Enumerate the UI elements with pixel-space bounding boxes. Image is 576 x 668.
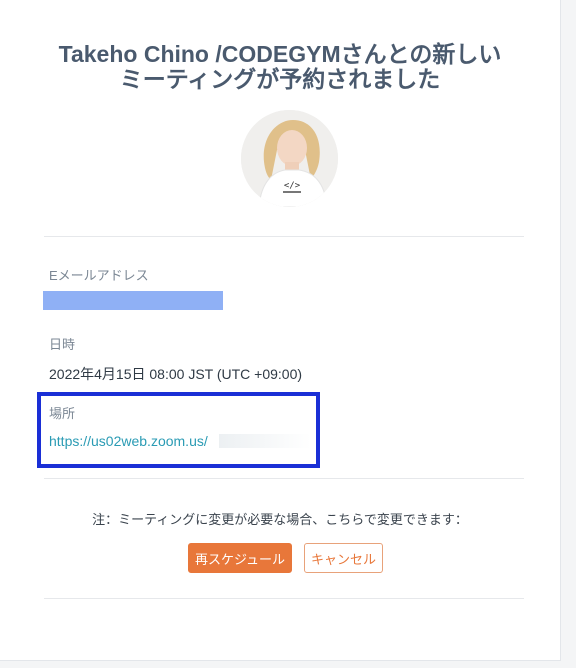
booking-confirmation-card: Takeho Chino /CODEGYMさんとの新しい ミーティングが予約され… xyxy=(0,0,561,661)
datetime-label: 日時 xyxy=(49,337,76,352)
email-redacted-value xyxy=(43,291,223,310)
svg-text:</>: </> xyxy=(284,181,301,191)
title-line-1: Takeho Chino /CODEGYMさんとの新しい xyxy=(58,41,502,67)
datetime-value: 2022年4月15日 08:00 JST (UTC +09:00) xyxy=(49,366,303,382)
divider-middle xyxy=(44,478,524,479)
link-redacted-tail xyxy=(219,434,311,448)
meeting-link[interactable]: https://us02web.zoom.us/ xyxy=(49,433,208,449)
reschedule-button[interactable]: 再スケジュール xyxy=(188,543,292,573)
cancel-button[interactable]: キャンセル xyxy=(304,543,383,573)
change-note: 注：ミーティングに変更が必要な場合、こちらで変更できます： xyxy=(92,512,468,527)
divider-top xyxy=(44,236,524,237)
location-highlight-box xyxy=(37,392,320,468)
divider-bottom xyxy=(44,598,524,599)
email-label: Eメールアドレス xyxy=(49,268,149,283)
avatar: </> xyxy=(241,110,338,207)
title-line-2: ミーティングが予約されました xyxy=(119,66,441,92)
avatar-photo: </> xyxy=(241,110,338,207)
page-title: Takeho Chino /CODEGYMさんとの新しい ミーティングが予約され… xyxy=(20,42,540,92)
location-label: 場所 xyxy=(49,406,76,421)
